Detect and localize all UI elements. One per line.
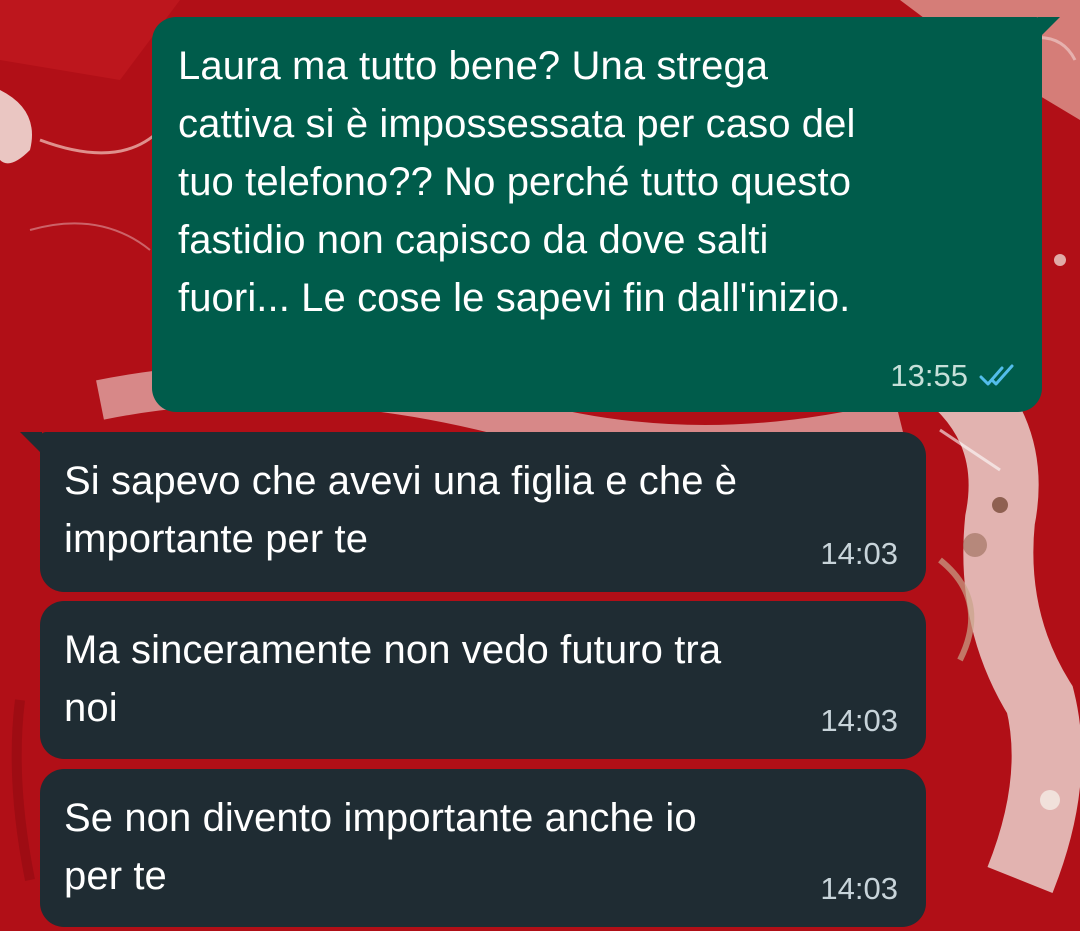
incoming-message-bubble[interactable]: Se non divento importante anche io per t… <box>40 769 926 927</box>
incoming-message-bubble[interactable]: Si sapevo che avevi una figlia e che è i… <box>20 432 926 592</box>
double-check-read-icon <box>978 363 1018 389</box>
outgoing-message-bubble[interactable]: Laura ma tutto bene? Una strega cattiva … <box>152 17 1060 412</box>
message-meta: 14:03 <box>820 871 898 907</box>
message-text: Se non divento importante anche io per t… <box>64 796 697 898</box>
message-time: 14:03 <box>820 536 898 571</box>
message-time: 14:03 <box>820 703 898 738</box>
incoming-message-bubble[interactable]: Ma sinceramente non vedo futuro tra noi … <box>40 601 926 759</box>
message-time: 13:55 <box>890 358 968 393</box>
bubble-tail <box>20 432 42 454</box>
message-text: Ma sinceramente non vedo futuro tra noi <box>64 628 722 730</box>
message-text: Laura ma tutto bene? Una strega cattiva … <box>178 44 856 320</box>
message-meta: 14:03 <box>820 536 898 572</box>
message-text: Si sapevo che avevi una figlia e che è i… <box>64 459 738 561</box>
bubble-tail <box>1038 17 1060 39</box>
message-meta: 13:55 <box>890 358 1018 394</box>
message-meta: 14:03 <box>820 703 898 739</box>
message-time: 14:03 <box>820 871 898 906</box>
